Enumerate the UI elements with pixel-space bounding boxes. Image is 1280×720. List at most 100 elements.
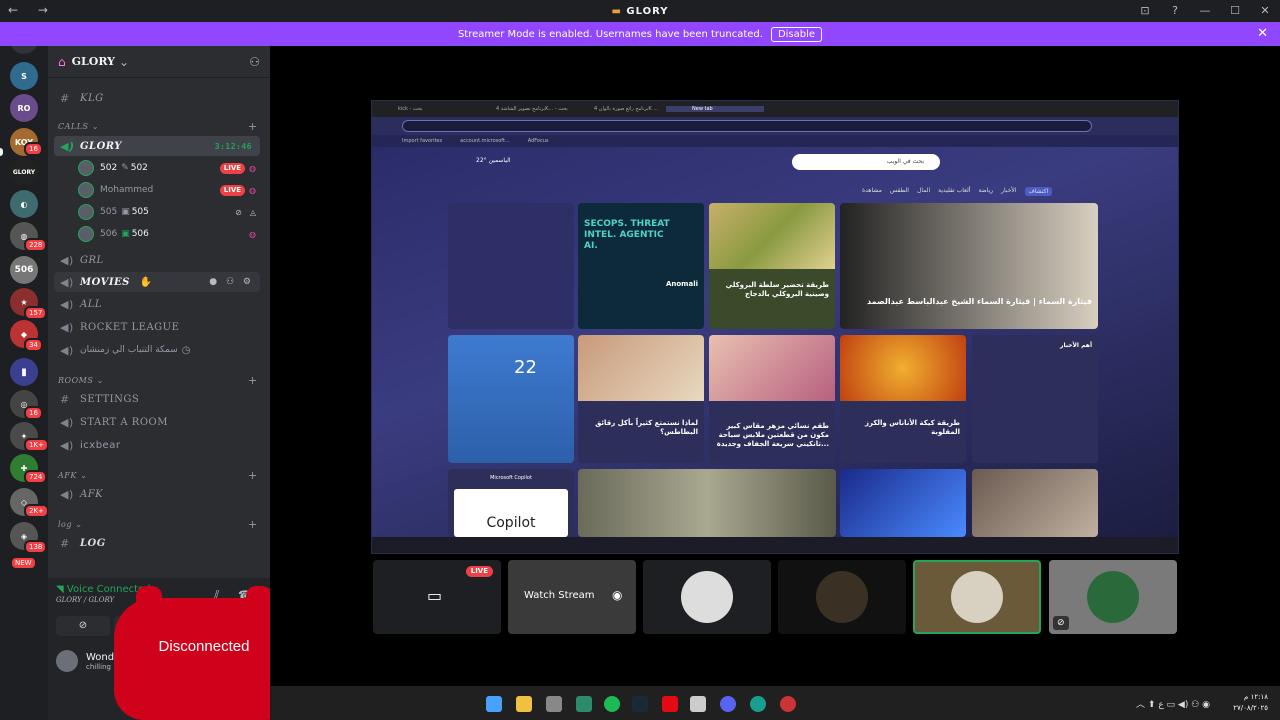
voice-user[interactable]: Mohammed LIVE ◍: [78, 180, 260, 200]
disconnected-text: Disconnected: [158, 638, 250, 655]
voice-channel-icon: ◀): [60, 343, 74, 357]
avatar: [78, 226, 94, 242]
news-card: طريقة كيكة الأناناس والكرز المقلوبة: [840, 335, 966, 463]
unread-badge: 16: [24, 142, 43, 156]
playstation-icon: ◬: [249, 207, 256, 217]
participant-tile-speaking[interactable]: [913, 560, 1041, 634]
window-title: ▬ GLORY: [611, 5, 669, 17]
call-timer: 3:12:46: [214, 141, 252, 151]
app-icon[interactable]: [780, 696, 796, 712]
category-calls[interactable]: CALLS ⌄ +: [58, 120, 257, 133]
video-card: قيثارة السماء | قيثارة السماء الشيخ عبدا…: [840, 203, 1098, 329]
participant-tile[interactable]: LIVE ▭: [373, 560, 501, 634]
category-rooms[interactable]: ROOMS ⌄ +: [58, 374, 257, 387]
camera-button[interactable]: ⊘: [56, 616, 110, 636]
watch-stream-button[interactable]: Watch Stream: [524, 590, 595, 601]
spotify-icon[interactable]: [604, 696, 620, 712]
avatar: [78, 182, 94, 198]
unread-badge: 2K+: [24, 504, 49, 518]
category-afk[interactable]: AFK ⌄ +: [58, 469, 257, 482]
participant-tile[interactable]: [643, 560, 771, 634]
add-member-icon[interactable]: ⚇: [249, 55, 260, 69]
minimize-button[interactable]: —: [1190, 0, 1220, 22]
participant-tile[interactable]: [778, 560, 906, 634]
title-bar: ← → ▬ GLORY ⊡ ? — ☐ ✕: [0, 0, 1280, 22]
add-channel-icon[interactable]: +: [248, 120, 258, 133]
muted-icon: ⊘: [1053, 616, 1069, 630]
server-icon[interactable]: ◐: [10, 190, 38, 218]
avatar: [816, 571, 868, 623]
gamepad-icon: ◍: [249, 185, 256, 195]
channel-arabic[interactable]: ◀) سمكة التنباب الي زمنشان ◷: [54, 340, 260, 360]
maximize-button[interactable]: ☐: [1220, 0, 1250, 22]
channel-glory[interactable]: ◀) GLORY 3:12:46: [54, 136, 260, 156]
channel-start-a-room[interactable]: ◀) START A ROOM: [54, 412, 260, 432]
windows-start-icon[interactable]: [486, 696, 502, 712]
server-icon[interactable]: 506: [10, 256, 38, 284]
channel-icxbear[interactable]: ◀) icxbear: [54, 435, 260, 455]
explorer-icon[interactable]: [516, 696, 532, 712]
text-channel-icon: #: [60, 536, 70, 550]
voice-channel-icon: ◀): [60, 253, 74, 267]
channel-klg[interactable]: # KLG: [54, 88, 260, 108]
msn-page: بحث في الويب 22° الياسمين مشاهدة الطقس ا…: [372, 147, 1178, 537]
unread-badge: 16: [24, 406, 43, 420]
voice-user[interactable]: 505 ▣ 505 ⊘ ◬: [78, 202, 260, 222]
category-log[interactable]: log ⌄ +: [58, 518, 257, 531]
streamer-mode-banner: Streamer Mode is enabled. Usernames have…: [0, 22, 1280, 46]
text-channel-icon: #: [60, 91, 70, 105]
disable-button[interactable]: Disable: [770, 26, 823, 42]
voice-user[interactable]: 502 ✎ 502 LIVE ◍: [78, 158, 260, 178]
channel-tools[interactable]: ● ⚇ ⚙: [209, 277, 254, 287]
add-channel-icon[interactable]: +: [248, 374, 258, 387]
add-channel-icon[interactable]: +: [248, 518, 258, 531]
channel-movies[interactable]: ◀) MOVIES ✋ ● ⚇ ⚙: [54, 272, 260, 292]
add-channel-icon[interactable]: +: [248, 469, 258, 482]
participant-tile[interactable]: ⊘: [1049, 560, 1177, 634]
system-tray[interactable]: ︿ ⬆ ع ▭ ◀) ⚇ ◉: [1136, 697, 1210, 710]
browser-tab: برنامج رائع صورة بألوان 4K ...: [594, 106, 658, 112]
steam-icon[interactable]: [632, 696, 648, 712]
channel-settings[interactable]: # SETTINGS: [54, 389, 260, 409]
discord-icon[interactable]: [720, 696, 736, 712]
top-news-card: أهم الأخبار: [972, 335, 1098, 463]
avatar: [681, 571, 733, 623]
voice-channel-icon: ◀): [60, 438, 74, 452]
help-icon[interactable]: ?: [1160, 0, 1190, 22]
close-icon[interactable]: ✕: [1257, 26, 1268, 41]
news-card: [972, 469, 1098, 537]
server-icon[interactable]: RO: [10, 94, 38, 122]
favorites-bar: Import favorites account.microsoft... Ad…: [372, 135, 1178, 147]
app-icon[interactable]: [576, 696, 592, 712]
news-card: [840, 469, 966, 537]
live-badge: LIVE: [465, 566, 493, 577]
shared-screen[interactable]: kick - بحث برنامج تصوير الشاشة 4K... - ب…: [371, 100, 1179, 554]
voice-channel-icon: ◀): [60, 275, 74, 289]
deafened-icon: ⊘: [235, 207, 242, 217]
netflix-icon[interactable]: [662, 696, 678, 712]
avatar: [78, 204, 94, 220]
disconnected-overlay: Disconnected: [114, 586, 294, 720]
app-icon[interactable]: [690, 696, 706, 712]
server-icon[interactable]: S: [10, 62, 38, 90]
server-header[interactable]: ⌂ GLORY ⌄ ⚇: [48, 46, 270, 78]
channel-all[interactable]: ◀) ALL: [54, 294, 260, 314]
close-window-button[interactable]: ✕: [1250, 0, 1280, 22]
weather-mini: 22° الياسمين: [476, 157, 511, 164]
folder-icon[interactable]: ▮: [10, 358, 38, 386]
app-icon[interactable]: [546, 696, 562, 712]
channel-log[interactable]: # LOG: [54, 533, 260, 553]
taskbar-clock[interactable]: ١٢:١٨ م ٢٧/٠٨/٢٠٢٥: [1233, 692, 1268, 714]
voice-user[interactable]: 506 ▣ 506 ◍: [78, 224, 260, 244]
edge-icon[interactable]: [750, 696, 766, 712]
voice-channel-icon: ◀): [60, 139, 75, 153]
channel-rocket-league[interactable]: ◀) ROCKET LEAGUE: [54, 317, 260, 337]
channel-afk[interactable]: ◀) AFK: [54, 484, 260, 504]
server-icon-glory[interactable]: GLORY: [10, 158, 38, 186]
channel-grl[interactable]: ◀) GRL: [54, 250, 260, 270]
games-card: [448, 203, 574, 329]
stream-tile[interactable]: Watch Stream ◉: [508, 560, 636, 634]
inbox-icon[interactable]: ⊡: [1130, 0, 1160, 22]
news-card: لماذا نستمتع كثيراً بأكل رقائق البطاطس؟: [578, 335, 704, 463]
msn-nav: مشاهدة الطقس المال ألعاب تقليدية رياضة ا…: [862, 187, 1053, 196]
